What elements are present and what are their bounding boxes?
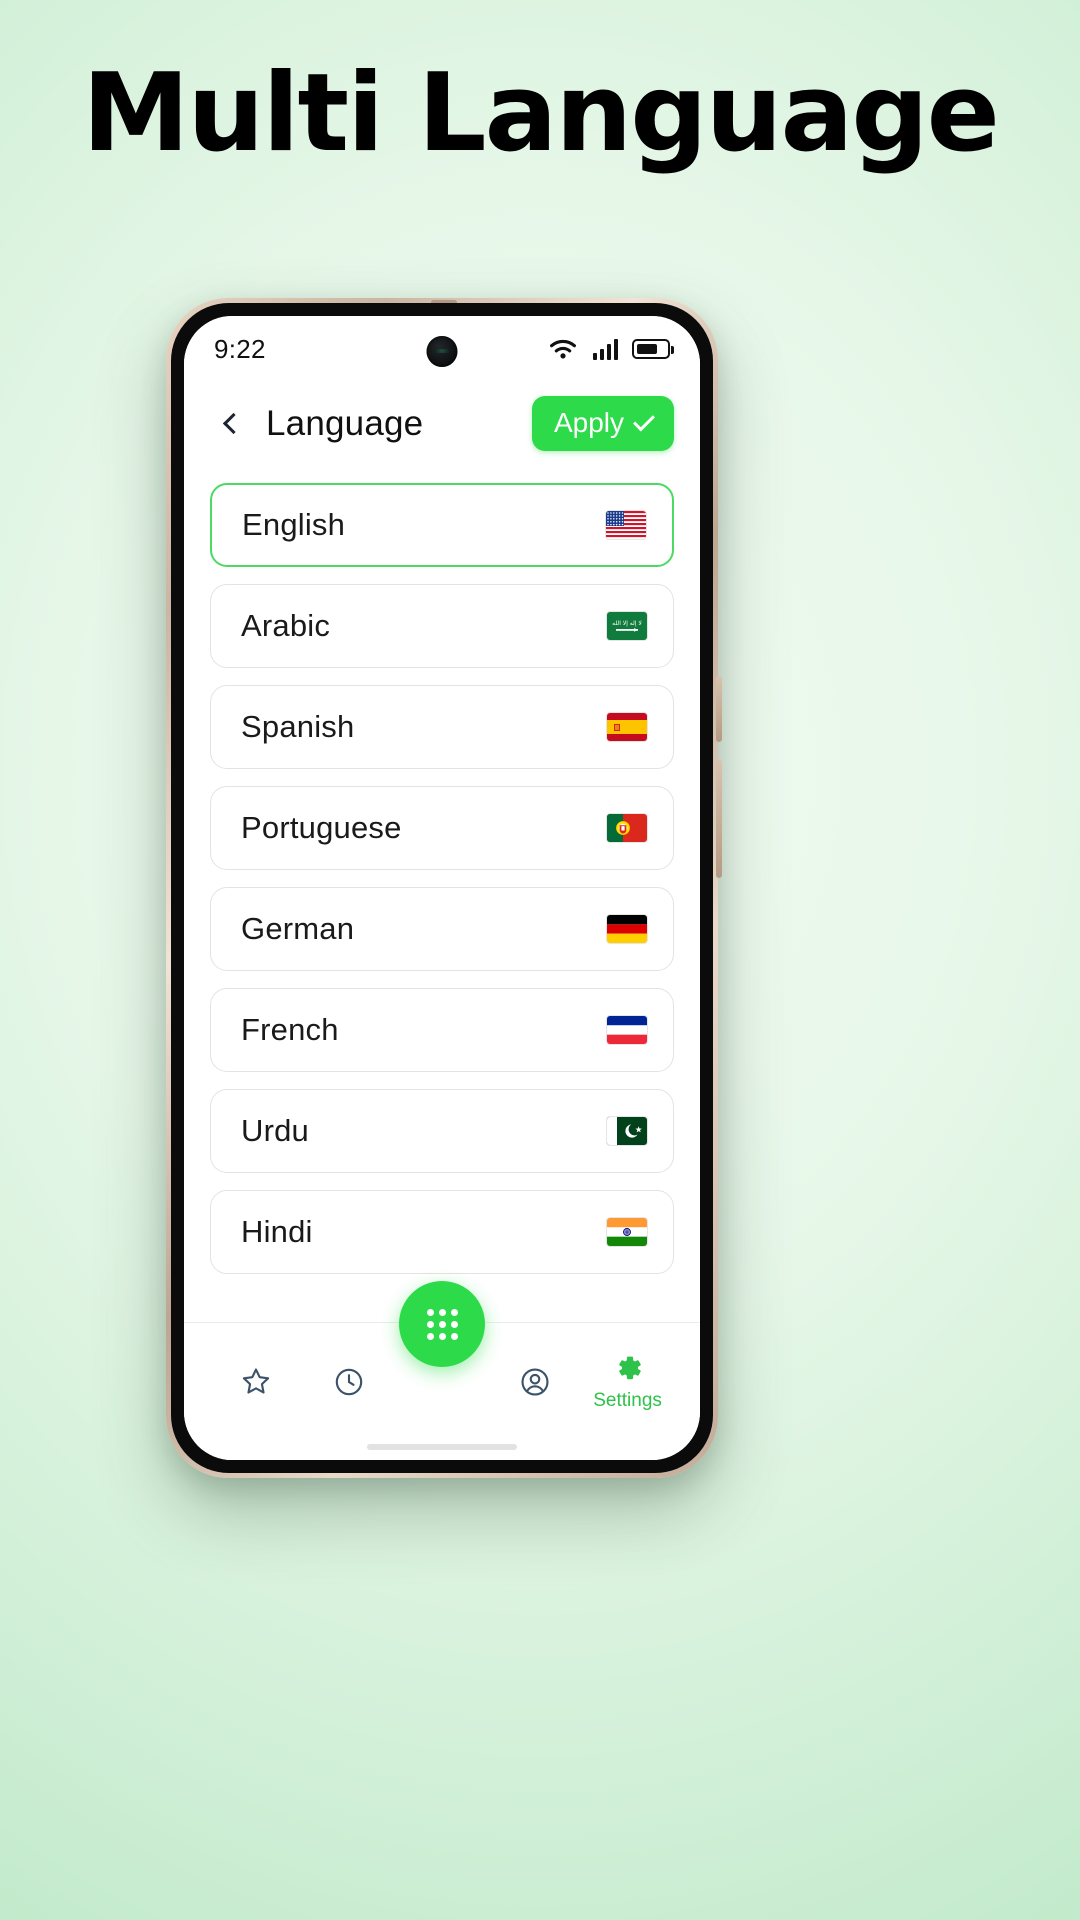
home-indicator xyxy=(184,1434,700,1460)
language-name: Portuguese xyxy=(241,810,402,845)
bottom-area: Settings xyxy=(184,1281,700,1460)
screen-title: Language xyxy=(266,403,424,443)
phone-screen: 9:22 Language Apply English Arabic لا إل… xyxy=(184,316,700,1460)
bottom-navigation: Settings xyxy=(184,1281,700,1434)
flag-icon-pt xyxy=(607,814,647,842)
nav-item-settings[interactable]: Settings xyxy=(581,1345,674,1412)
flag-icon-fr xyxy=(607,1016,647,1044)
phone-frame: 9:22 Language Apply English Arabic لا إل… xyxy=(166,298,722,1478)
language-row-arabic[interactable]: Arabic لا إله إلا الله xyxy=(210,584,674,668)
language-name: French xyxy=(241,1012,339,1047)
star-icon xyxy=(239,1365,273,1399)
apply-button-label: Apply xyxy=(553,407,624,438)
language-row-spanish[interactable]: Spanish xyxy=(210,685,674,769)
volume-button[interactable] xyxy=(716,676,722,742)
language-name: English xyxy=(242,507,346,542)
flag-icon-sa: لا إله إلا الله xyxy=(607,612,647,640)
phone-bezel: 9:22 Language Apply English Arabic لا إل… xyxy=(171,303,713,1473)
nav-item-history[interactable] xyxy=(303,1359,396,1399)
language-row-german[interactable]: German xyxy=(210,887,674,971)
language-row-hindi[interactable]: Hindi xyxy=(210,1190,674,1274)
status-time: 9:22 xyxy=(214,333,266,364)
language-row-portuguese[interactable]: Portuguese xyxy=(210,786,674,870)
chevron-left-icon xyxy=(222,412,245,435)
language-list: English Arabic لا إله إلا الله Spanish P… xyxy=(184,467,700,1274)
status-icons xyxy=(547,337,674,361)
language-name: Spanish xyxy=(241,709,355,744)
language-name: Hindi xyxy=(241,1214,313,1249)
wifi-icon xyxy=(547,337,579,361)
flag-icon-es xyxy=(607,713,647,741)
flag-icon-pk xyxy=(607,1117,647,1145)
flag-icon-us xyxy=(606,511,646,539)
status-bar: 9:22 xyxy=(184,316,700,382)
apply-button[interactable]: Apply xyxy=(531,396,674,451)
page-title: Multi Language xyxy=(82,51,1000,176)
nav-item-apps-placeholder xyxy=(396,1376,489,1382)
battery-icon xyxy=(632,339,674,359)
front-camera xyxy=(426,336,458,367)
clock-icon xyxy=(332,1365,366,1399)
language-row-french[interactable]: French xyxy=(210,988,674,1072)
language-name: Urdu xyxy=(241,1113,309,1148)
flag-icon-de xyxy=(607,915,647,943)
power-button[interactable] xyxy=(716,760,722,878)
nav-label-settings: Settings xyxy=(593,1390,662,1411)
person-icon xyxy=(518,1365,552,1399)
flag-icon-in xyxy=(607,1218,647,1246)
language-name: German xyxy=(241,911,355,946)
nav-item-favorites[interactable] xyxy=(210,1359,303,1399)
app-header: Language Apply xyxy=(184,382,700,467)
check-icon xyxy=(633,409,655,432)
phone-mockup: 9:22 Language Apply English Arabic لا إل… xyxy=(166,298,722,1478)
language-row-english[interactable]: English xyxy=(210,483,674,567)
nav-item-profile[interactable] xyxy=(488,1359,581,1399)
gear-icon xyxy=(611,1351,645,1385)
back-button[interactable] xyxy=(210,403,252,445)
apps-fab-button[interactable] xyxy=(399,1281,485,1367)
signal-bars-icon xyxy=(592,338,618,360)
svg-text:لا إله إلا الله: لا إله إلا الله xyxy=(612,620,642,627)
language-row-urdu[interactable]: Urdu xyxy=(210,1089,674,1173)
language-name: Arabic xyxy=(241,608,331,643)
grid-dots-icon xyxy=(426,1308,458,1340)
